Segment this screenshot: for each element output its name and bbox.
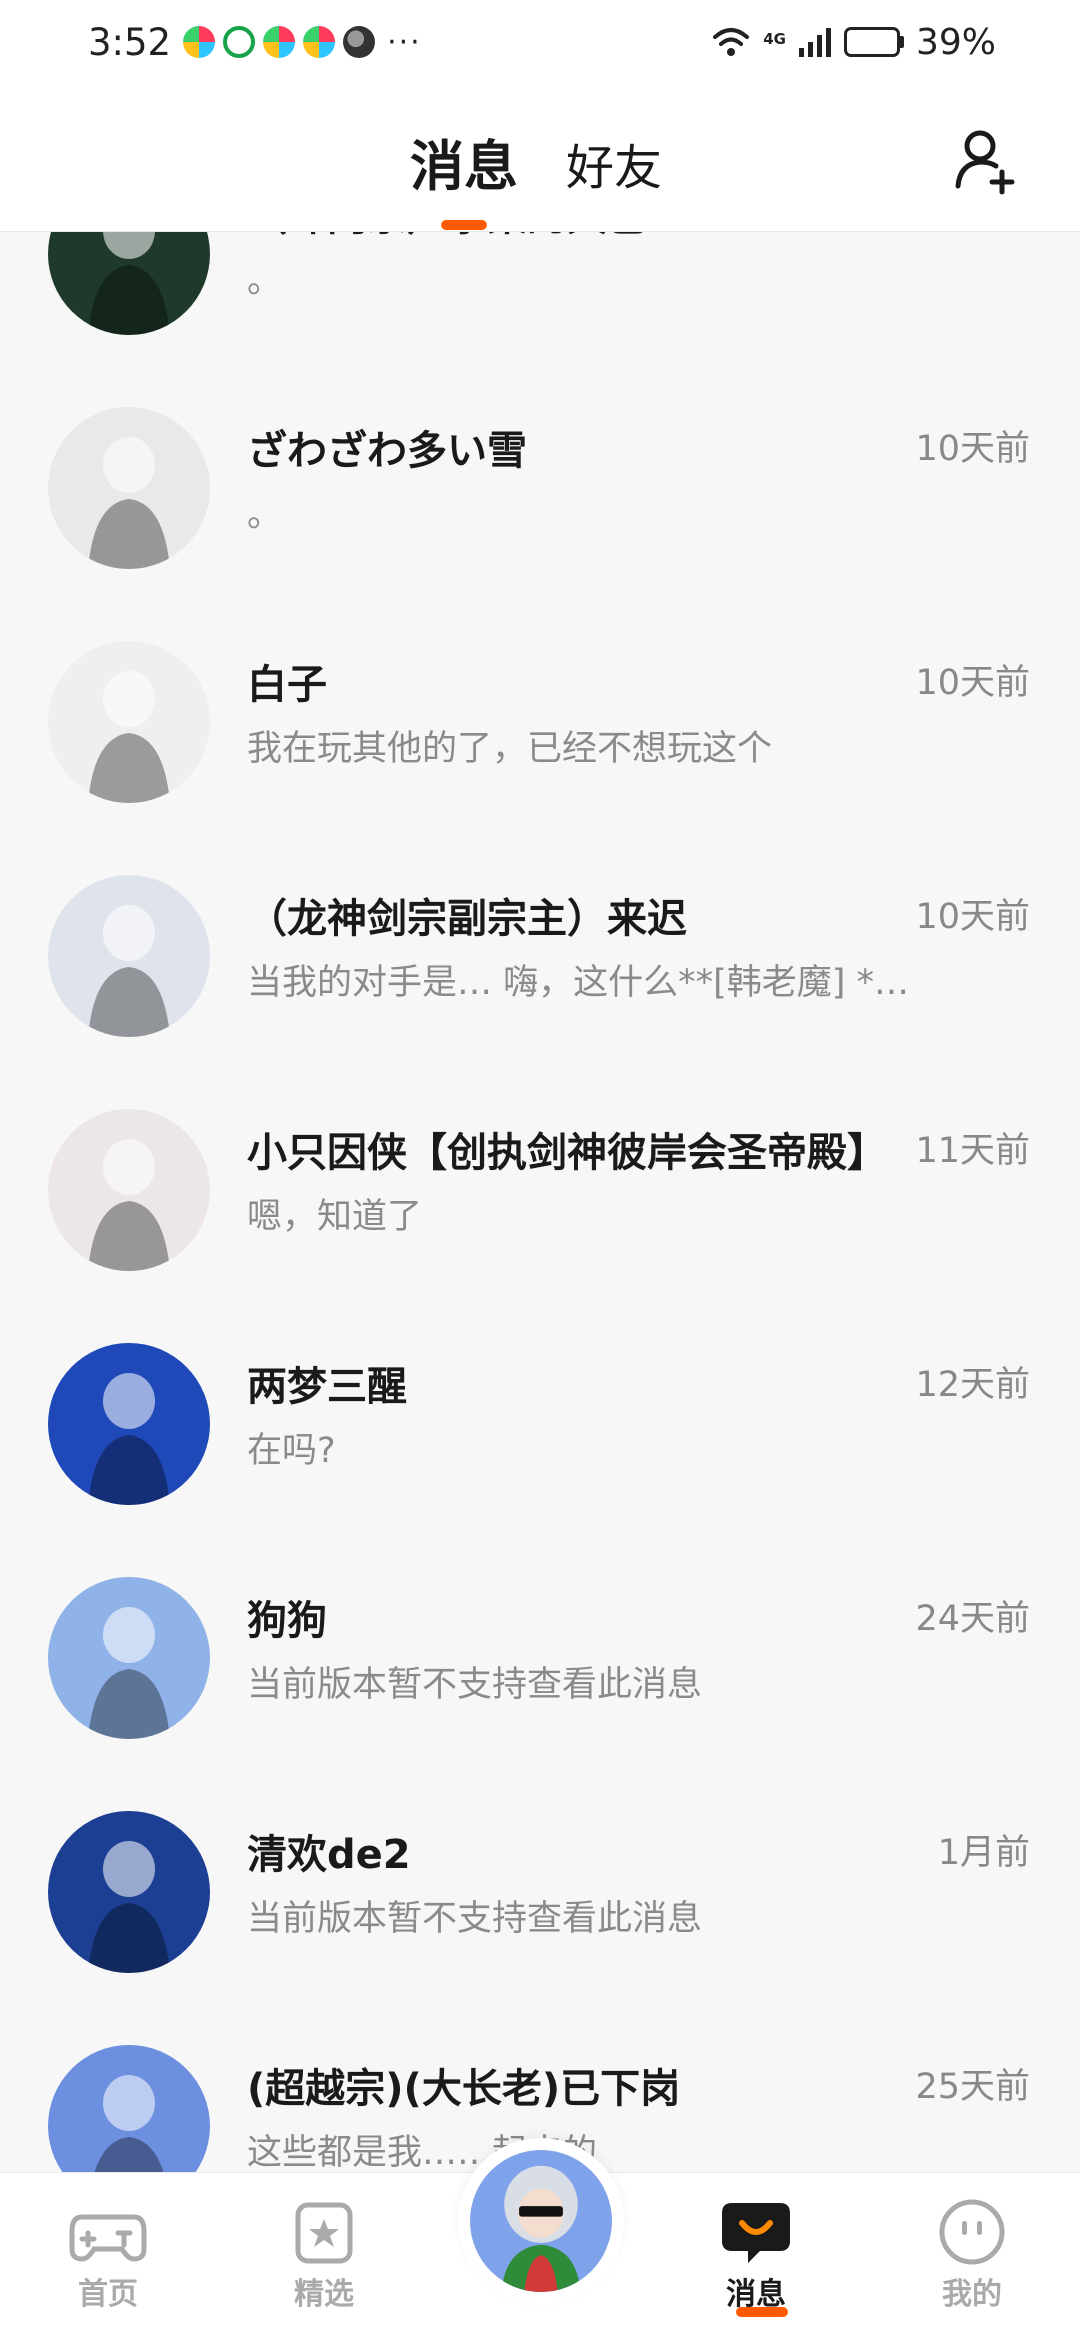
signal-icon xyxy=(798,28,831,57)
conversation-row[interactable]: 两梦三醒 12天前在吗? xyxy=(0,1304,1080,1538)
conversation-row[interactable]: ざわざわ多い雪 10天前。 xyxy=(0,368,1080,602)
nav-home-label: 首页 xyxy=(78,2277,138,2312)
more-notifications-icon: ··· xyxy=(387,24,422,60)
app-notification-icon xyxy=(183,26,216,58)
gamepad-icon xyxy=(69,2214,147,2262)
avatar[interactable] xyxy=(48,1109,210,1271)
conversation-preview: 我在玩其他的了，已经不想玩这个 xyxy=(247,729,773,769)
conversation-list[interactable]: （坤门宗）水柔的天巴10天前。ざわざわ多い雪10天前。白子10天前我在玩其他的了… xyxy=(0,232,1080,2172)
tab-messages[interactable]: 消息 xyxy=(410,122,518,201)
my-avatar xyxy=(470,2150,612,2292)
avatar[interactable] xyxy=(48,1811,210,1973)
battery-icon xyxy=(843,27,904,57)
conversation-preview: 。 xyxy=(247,261,283,301)
conversation-time: 12天前 xyxy=(915,1365,1030,1405)
conversation-name: ざわざわ多い雪 xyxy=(247,428,527,474)
conversation-time: 10天前 xyxy=(915,429,1030,469)
conversation-name: 白子 xyxy=(247,662,327,708)
conversation-row[interactable]: 狗狗 24天前当前版本暂不支持查看此消息 xyxy=(0,1538,1080,1772)
conversation-time: 25天前 xyxy=(915,2067,1030,2107)
conversation-time: 1月前 xyxy=(937,1833,1030,1873)
conversation-row[interactable]: 清欢de2 1月前当前版本暂不支持查看此消息 xyxy=(0,1772,1080,2006)
screen: 3:52 ··· 4G 39% 消息 好友 。 ざわざわ多い雪 10天前 。 白… xyxy=(0,0,1080,2340)
conversation-preview: 在吗? xyxy=(247,1431,336,1471)
avatar[interactable] xyxy=(48,407,210,569)
nav-messages-label: 消息 xyxy=(726,2277,786,2312)
app-notification-icon xyxy=(263,26,296,58)
conversation-row[interactable]: （龙神剑宗副宗主）来迟 10天前 当我的对手是… 嗨，这什么**[韩老魔] *… xyxy=(0,836,1080,1070)
top-header: 消息 好友 xyxy=(0,84,1080,232)
nav-messages[interactable]: 消息 xyxy=(686,2197,826,2317)
conversation-row[interactable]: 白子 10天前我在玩其他的了，已经不想玩这个 xyxy=(0,602,1080,836)
nav-mine[interactable]: 我的 xyxy=(902,2197,1042,2313)
tab-friends[interactable]: 好友 xyxy=(566,128,662,198)
profile-face-icon xyxy=(939,2199,1005,2265)
conversation-name: 两梦三醒 xyxy=(247,1364,407,1410)
avatar[interactable] xyxy=(48,1343,210,1505)
status-bar: 3:52 ··· 4G 39% xyxy=(0,0,1080,84)
conversation-name: (超越宗)(大长老)已下岗 xyxy=(247,2066,681,2112)
avatar[interactable] xyxy=(48,641,210,803)
conversation-time: 10天前 xyxy=(915,232,1030,237)
conversation-preview: 嗯，知道了 xyxy=(247,1197,423,1237)
conversation-row[interactable]: （坤门宗）水柔的天巴 10天前。 xyxy=(0,232,1080,368)
battery-percent: 39% xyxy=(915,21,996,63)
conversation-time: 10天前 xyxy=(915,897,1030,937)
conversation-time: 10天前 xyxy=(915,663,1030,703)
app-notification-icon xyxy=(343,26,376,58)
conversation-preview: 当前版本暂不支持查看此消息 xyxy=(247,1665,703,1705)
nav-featured[interactable]: 精选 xyxy=(254,2197,394,2313)
nav-mine-label: 我的 xyxy=(942,2277,1002,2312)
star-bookmark-icon xyxy=(295,2202,353,2264)
conversation-time: 11天前 xyxy=(915,1131,1030,1171)
conversation-name: （坤门宗）水柔的天巴 xyxy=(247,232,647,242)
avatar[interactable] xyxy=(48,1577,210,1739)
center-avatar-button[interactable] xyxy=(458,2138,624,2304)
app-notification-icon xyxy=(303,26,336,58)
network-type: 4G xyxy=(763,29,786,48)
conversation-name: 狗狗 xyxy=(247,1598,327,1644)
nav-home[interactable]: 首页 xyxy=(38,2197,178,2313)
status-time: 3:52 xyxy=(88,20,172,64)
conversation-preview: 当我的对手是… 嗨，这什么**[韩老魔] *… xyxy=(247,963,910,1003)
conversation-name: 清欢de2 xyxy=(247,1832,411,1878)
add-friend-icon[interactable] xyxy=(950,124,1022,196)
avatar[interactable] xyxy=(48,875,210,1037)
conversation-preview: 当前版本暂不支持查看此消息 xyxy=(247,1899,703,1939)
active-tab-indicator xyxy=(441,220,487,230)
message-bubble-icon xyxy=(722,2203,790,2263)
wifi-icon xyxy=(713,28,750,56)
status-right: 4G 39% xyxy=(711,22,996,63)
conversation-time: 24天前 xyxy=(915,1599,1030,1639)
avatar[interactable] xyxy=(48,2045,210,2172)
conversation-name: 小只因侠【创执剑神彼岸会圣帝殿】 xyxy=(247,1130,887,1176)
conversation-name: （龙神剑宗副宗主）来迟 xyxy=(247,896,687,942)
nav-featured-label: 精选 xyxy=(294,2277,354,2312)
notification-icons xyxy=(183,26,376,58)
app-notification-icon xyxy=(223,26,256,58)
conversation-row[interactable]: 小只因侠【创执剑神彼岸会圣帝殿】 11天前嗯，知道了 xyxy=(0,1070,1080,1304)
conversation-preview: 。 xyxy=(247,495,283,535)
avatar[interactable] xyxy=(48,232,210,335)
